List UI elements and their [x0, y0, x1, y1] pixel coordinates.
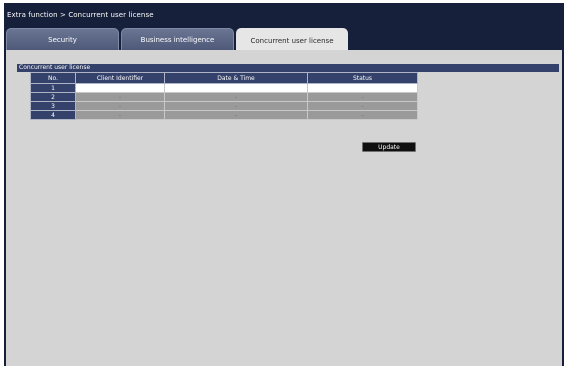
- tab-security[interactable]: Security: [6, 28, 119, 51]
- app-window: Extra function > Concurrent user license…: [4, 3, 564, 366]
- table-row: 3 - - -: [30, 101, 418, 111]
- date-time-cell: -: [164, 92, 308, 102]
- status-cell: -: [307, 110, 418, 120]
- breadcrumb: Extra function > Concurrent user license: [7, 11, 154, 19]
- row-number: 2: [30, 92, 76, 102]
- col-header-date-time: Date & Time: [164, 72, 308, 84]
- client-identifier-cell: -: [75, 101, 165, 111]
- table-header-row: No. Client Identifier Date & Time Status: [30, 72, 418, 84]
- date-time-cell: [164, 83, 308, 93]
- row-number: 3: [30, 101, 76, 111]
- client-identifier-cell: -: [75, 110, 165, 120]
- col-header-no: No.: [30, 72, 76, 84]
- update-button[interactable]: Update: [362, 142, 416, 152]
- row-number: 1: [30, 83, 76, 93]
- row-number: 4: [30, 110, 76, 120]
- client-identifier-cell: [75, 83, 165, 93]
- tab-business-intelligence[interactable]: Business intelligence: [121, 28, 234, 51]
- date-time-cell: -: [164, 110, 308, 120]
- date-time-cell: -: [164, 101, 308, 111]
- col-header-status: Status: [307, 72, 418, 84]
- section-title: Concurrent user license: [17, 64, 559, 72]
- status-cell: [307, 83, 418, 93]
- table-row: 2 - - -: [30, 92, 418, 102]
- tab-concurrent-user-license[interactable]: Concurrent user license: [236, 28, 348, 52]
- client-identifier-cell: -: [75, 92, 165, 102]
- status-cell: -: [307, 92, 418, 102]
- tab-bar: Security Business intelligence Concurren…: [6, 28, 562, 52]
- col-header-client-identifier: Client Identifier: [75, 72, 165, 84]
- table-row: 4 - - -: [30, 110, 418, 120]
- content-panel: Concurrent user license No. Client Ident…: [6, 50, 562, 366]
- status-cell: -: [307, 101, 418, 111]
- license-table: No. Client Identifier Date & Time Status…: [30, 72, 418, 120]
- table-row[interactable]: 1: [30, 83, 418, 93]
